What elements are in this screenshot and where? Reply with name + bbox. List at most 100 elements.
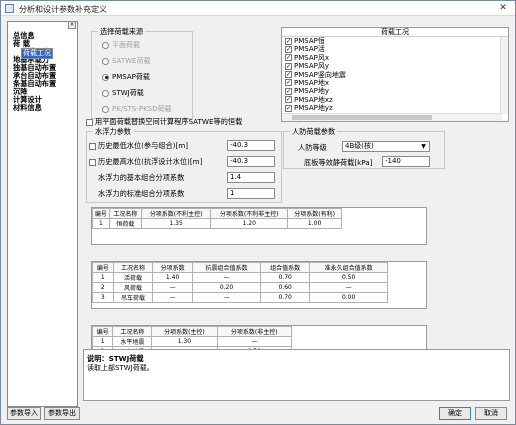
load-case-label: PMSAP恒 (294, 37, 325, 45)
table-cell[interactable]: — (309, 282, 388, 293)
radio-circle-icon[interactable] (102, 73, 109, 81)
max-level-option[interactable]: 历史最高水位(抗浮设计水位)[m] (89, 157, 202, 167)
column-header: 分项系数(不利非主控) (210, 208, 289, 219)
sidebar-item-label: 荷载工况 (21, 48, 53, 59)
load-case-item[interactable]: ✓ PMSAP地yz (282, 104, 508, 112)
max-level-checkbox[interactable] (89, 158, 96, 166)
checkmark-icon[interactable]: ✓ (285, 71, 292, 79)
min-level-option[interactable]: 历史最低水位(参与组合)[m] (89, 141, 188, 151)
table-cell[interactable]: 0.70 (260, 292, 311, 303)
load-case-label: PMSAP风x (294, 53, 329, 62)
load-case-label: PMSAP地xz (294, 95, 333, 104)
table-cell[interactable]: 1.35 (141, 218, 212, 229)
table-cell[interactable]: 0.60 (260, 282, 311, 293)
min-level-input[interactable]: -40.3 (227, 140, 275, 151)
floor-load-label: 底板等效静荷载[kPa] (304, 158, 373, 167)
table-cell[interactable]: — (191, 272, 262, 283)
column-header: 编号 (91, 326, 114, 337)
load-case-item[interactable]: ✓ PMSAP地y (282, 87, 508, 95)
load-case-label: PMSAP竖向地震 (294, 70, 346, 79)
table-row: 2 风荷载 —0.20 0.60— (92, 282, 388, 293)
table-cell[interactable]: 1.00 (287, 218, 342, 229)
load-case-item[interactable]: ✓ PMSAP风y (282, 62, 508, 70)
max-level-input[interactable]: -40.3 (227, 156, 275, 167)
table-cell[interactable]: — (152, 292, 193, 303)
chevron-down-icon[interactable]: ▼ (419, 143, 428, 150)
horizontal-scrollbar[interactable] (282, 113, 502, 121)
radio-circle-icon[interactable] (102, 41, 109, 49)
load-case-item[interactable]: ✓ PMSAP地xz (282, 96, 508, 104)
table-cell[interactable]: 0.00 (309, 292, 388, 303)
table-cell[interactable]: 1.30 (151, 336, 218, 347)
ok-button[interactable]: 确定 (439, 407, 471, 420)
sidebar-item[interactable]: 材料信息 (13, 104, 56, 112)
checkmark-icon[interactable]: ✓ (285, 79, 292, 87)
close-icon[interactable]: ✕ (497, 3, 509, 14)
checkmark-icon[interactable]: ✓ (285, 96, 292, 104)
table-cell[interactable]: — (191, 292, 262, 303)
sidebar-item-label: 材料信息 (13, 103, 42, 112)
load-source-radio[interactable]: 平面荷载 (102, 40, 140, 50)
checkmark-icon[interactable]: ✓ (285, 45, 292, 53)
table-header-row: 编号 工况名称 分项系数(主控) 分项系数(非主控) (91, 326, 292, 337)
sidebar-close-icon[interactable]: × (68, 21, 76, 29)
load-case-item[interactable]: ✓ PMSAP活 (282, 45, 508, 53)
cancel-button[interactable]: 取消 (475, 407, 507, 420)
checkmark-icon[interactable]: ✓ (285, 104, 292, 112)
vertical-scrollbar[interactable] (500, 37, 508, 114)
column-header: 分项系数(有利) (287, 208, 342, 219)
load-case-label: PMSAP地yz (294, 104, 333, 113)
table-cell[interactable]: — (216, 336, 292, 347)
checkmark-icon[interactable]: ✓ (285, 62, 292, 70)
radio-circle-icon[interactable] (102, 57, 109, 65)
load-case-label: PMSAP活 (294, 45, 325, 54)
sidebar-tree[interactable]: 总信息荷 载荷载工况荷载组合地基承载力独基自动布置承台自动布置条基自动布置沉降计… (7, 21, 78, 407)
floor-load-input[interactable]: -140 (382, 156, 430, 167)
table-cell: 1 (92, 272, 114, 283)
table-cell: 1 (92, 218, 110, 229)
table-cell[interactable]: 0.70 (260, 272, 311, 283)
std-coef-input[interactable]: 1 (227, 188, 275, 199)
load-source-radio[interactable]: STWJ荷载 (102, 88, 144, 98)
replace-checkbox[interactable] (86, 118, 93, 126)
table-cell[interactable]: 0.50 (309, 272, 388, 283)
checkmark-icon[interactable]: ✓ (285, 37, 292, 45)
table-cell: 水平地震 (112, 336, 153, 347)
load-source-label: SATWE荷载 (112, 57, 151, 65)
table-cell: 风荷载 (112, 282, 154, 293)
load-case-label: PMSAP地x (294, 78, 329, 87)
load-source-radio[interactable]: PK/STS-PKSD荷载 (102, 104, 172, 114)
min-level-checkbox[interactable] (89, 142, 96, 150)
load-case-item[interactable]: ✓ PMSAP竖向地震 (282, 71, 508, 79)
table-header-row: 编号 工况名称 分项系数 抗震组合值系数 组合值系数 准永久组合值系数 (92, 262, 388, 273)
replace-option[interactable]: 用平面荷载替换空间计算程序SATWE等的恒载 (86, 117, 242, 127)
table-cell[interactable]: — (152, 282, 193, 293)
import-params-button[interactable]: 参数导入 (7, 407, 41, 420)
dialog-window: 分析和设计参数补充定义 ✕ 总信息荷 载荷载工况荷载组合地基承载力独基自动布置承… (0, 0, 516, 425)
replace-label: 用平面荷载替换空间计算程序SATWE等的恒载 (95, 117, 243, 126)
load-source-radio[interactable]: PMSAP荷载 (102, 72, 150, 82)
load-source-radio[interactable]: SATWE荷载 (102, 56, 150, 66)
load-case-item[interactable]: ✓ PMSAP风x (282, 54, 508, 62)
load-source-label: PMSAP荷载 (112, 73, 150, 81)
radio-circle-icon[interactable] (102, 89, 109, 97)
checkmark-icon[interactable]: ✓ (285, 87, 292, 95)
column-header: 编号 (92, 208, 110, 219)
table-cell[interactable]: 1.40 (152, 272, 193, 283)
table-cell[interactable]: 1.20 (210, 218, 289, 229)
table-cell[interactable]: 0.20 (191, 282, 262, 293)
export-params-button[interactable]: 参数导出 (44, 407, 80, 420)
column-header: 分项系数(不利主控) (141, 208, 212, 219)
radio-circle-icon[interactable] (102, 105, 109, 113)
defense-level-select[interactable]: 4B级(核) ▼ (342, 141, 430, 152)
load-source-label: STWJ荷载 (112, 89, 144, 97)
load-case-list[interactable]: 荷载工况 ✓ PMSAP恒 ✓ PMSAP活 ✓ PMSAP风x ✓ PMSAP风y ✓ PMSA… (281, 27, 509, 122)
max-level-label: 历史最高水位(抗浮设计水位)[m] (98, 157, 203, 166)
scroll-thumb[interactable] (292, 115, 432, 120)
column-header: 分项系数(主控) (151, 326, 218, 337)
checkmark-icon[interactable]: ✓ (285, 54, 292, 62)
table-cell: 3 (92, 292, 114, 303)
basic-coef-input[interactable]: 1.4 (227, 172, 275, 183)
description-text: 读取上部STWJ荷载。 (87, 364, 154, 372)
table-cell: 活荷载 (112, 272, 154, 283)
